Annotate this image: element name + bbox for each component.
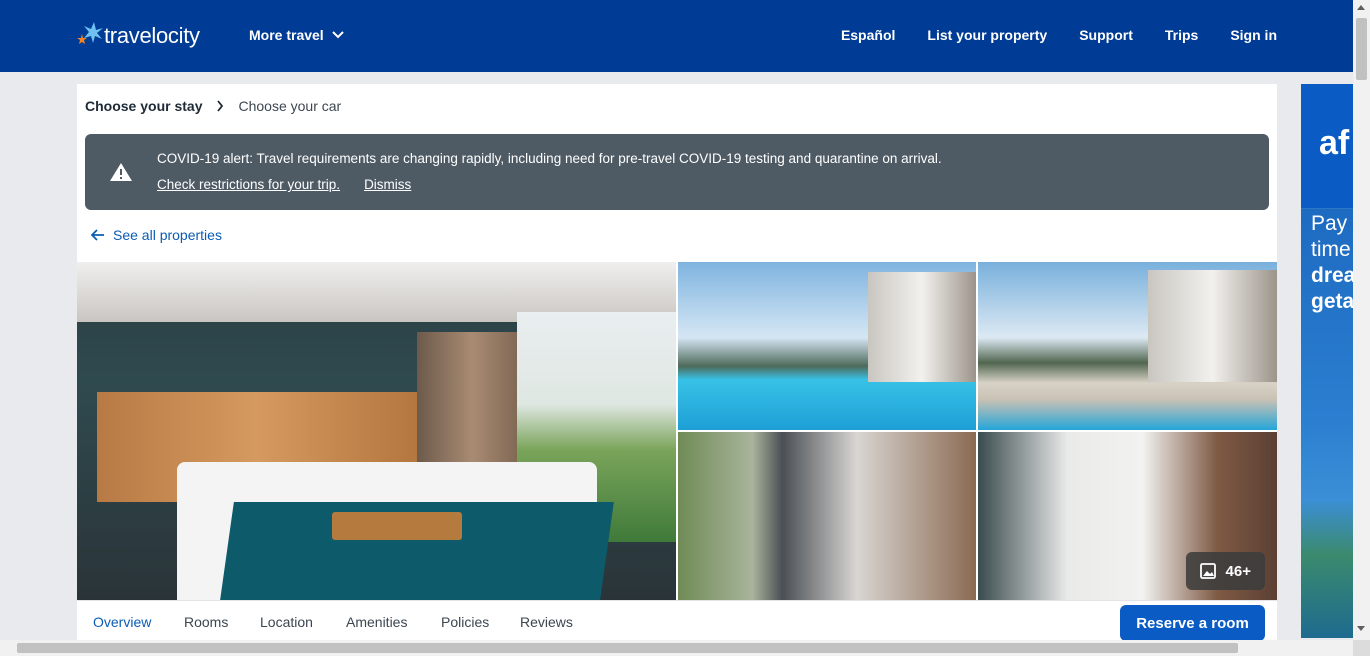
brand-name: travelocity	[104, 23, 200, 48]
tab-policies[interactable]: Policies	[441, 614, 489, 630]
tab-amenities[interactable]: Amenities	[346, 614, 407, 630]
see-all-properties-link[interactable]: See all properties	[91, 227, 222, 243]
tab-rooms[interactable]: Rooms	[184, 614, 228, 630]
header-links: Español List your property Support Trips…	[841, 27, 1277, 43]
ad-line-2: time	[1311, 238, 1351, 261]
property-card: Choose your stay Choose your car COVID-1…	[77, 84, 1277, 644]
nav-support[interactable]: Support	[1079, 27, 1133, 43]
more-travel-menu[interactable]: More travel	[249, 27, 344, 43]
nav-sign-in[interactable]: Sign in	[1230, 27, 1277, 43]
ad-line-3: drea	[1311, 264, 1353, 287]
photo-building	[1148, 270, 1277, 382]
photo-gallery: 46+	[77, 262, 1277, 600]
logo-mark-icon	[77, 22, 103, 44]
alert-links: Check restrictions for your trip. Dismis…	[157, 177, 411, 192]
horizontal-scrollbar[interactable]	[0, 640, 1353, 656]
alert-message: COVID-19 alert: Travel requirements are …	[157, 151, 942, 166]
pool-photo-1[interactable]	[678, 262, 976, 430]
nav-trips[interactable]: Trips	[1165, 27, 1198, 43]
ad-line-1: Pay o	[1311, 212, 1353, 235]
vertical-scroll-thumb[interactable]	[1356, 18, 1367, 80]
tab-location[interactable]: Location	[260, 614, 313, 630]
see-all-properties-label: See all properties	[113, 227, 222, 243]
breadcrumb-current: Choose your stay	[85, 98, 203, 114]
check-restrictions-link[interactable]: Check restrictions for your trip.	[157, 177, 340, 192]
travelocity-logo[interactable]: travelocity	[76, 18, 200, 54]
breadcrumb-next[interactable]: Choose your car	[238, 98, 341, 114]
ad-line-4: geta	[1311, 290, 1353, 313]
breadcrumb: Choose your stay Choose your car	[85, 98, 341, 114]
scroll-up-icon[interactable]	[1357, 5, 1365, 10]
tab-overview[interactable]: Overview	[93, 614, 151, 630]
ad-brand: af	[1319, 124, 1350, 162]
tab-reviews[interactable]: Reviews	[520, 614, 573, 630]
warning-icon	[110, 163, 132, 181]
nav-espanol[interactable]: Español	[841, 27, 895, 43]
nav-list-your-property[interactable]: List your property	[927, 27, 1047, 43]
arrow-left-icon	[91, 229, 104, 241]
photo-count-button[interactable]: 46+	[1185, 552, 1265, 590]
dismiss-link[interactable]: Dismiss	[364, 177, 411, 192]
top-navigation-bar: travelocity More travel Español List you…	[0, 0, 1353, 72]
covid-alert-banner: COVID-19 alert: Travel requirements are …	[85, 134, 1269, 210]
image-icon	[1199, 563, 1216, 579]
living-area-photo[interactable]	[678, 432, 976, 600]
vertical-scrollbar[interactable]	[1353, 0, 1370, 656]
chevron-down-icon	[331, 31, 344, 39]
more-travel-label: More travel	[249, 27, 324, 43]
property-tabs: Overview Rooms Location Amenities Polici…	[77, 600, 1277, 644]
horizontal-scroll-thumb[interactable]	[17, 643, 1238, 653]
chevron-right-icon	[217, 100, 224, 112]
reserve-room-button[interactable]: Reserve a room	[1120, 605, 1265, 641]
photo-building	[868, 272, 976, 382]
hotel-room-photo[interactable]	[77, 262, 676, 600]
scrollbar-corner	[1353, 640, 1370, 656]
photo-breakfast-tray	[332, 512, 462, 540]
photo-count-label: 46+	[1225, 562, 1251, 580]
pool-photo-2[interactable]	[978, 262, 1277, 430]
scroll-down-icon[interactable]	[1357, 626, 1365, 631]
side-advertisement[interactable]: af Pay o time drea geta	[1301, 84, 1353, 638]
